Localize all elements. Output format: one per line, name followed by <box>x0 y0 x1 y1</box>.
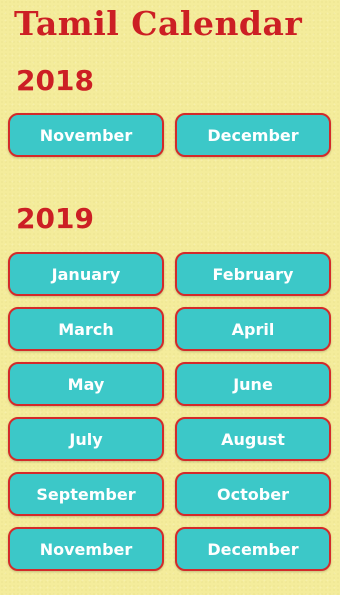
month-button-2019-may[interactable]: May <box>8 362 164 406</box>
month-button-2019-december[interactable]: December <box>175 527 331 571</box>
app-title: Tamil Calendar <box>14 4 303 43</box>
month-button-2019-march[interactable]: March <box>8 307 164 351</box>
month-button-2019-october[interactable]: October <box>175 472 331 516</box>
month-button-2019-august[interactable]: August <box>175 417 331 461</box>
month-button-2019-january[interactable]: January <box>8 252 164 296</box>
month-button-2019-february[interactable]: February <box>175 252 331 296</box>
month-button-2019-september[interactable]: September <box>8 472 164 516</box>
month-grid-2018: November December <box>8 113 331 157</box>
month-button-2019-april[interactable]: April <box>175 307 331 351</box>
year-heading-2019: 2019 <box>16 202 94 235</box>
year-heading-2018: 2018 <box>16 64 94 97</box>
month-grid-2019: January February March April May June Ju… <box>8 252 331 571</box>
month-button-2018-november[interactable]: November <box>8 113 164 157</box>
month-button-2019-july[interactable]: July <box>8 417 164 461</box>
month-button-2018-december[interactable]: December <box>175 113 331 157</box>
month-button-2019-november[interactable]: November <box>8 527 164 571</box>
month-button-2019-june[interactable]: June <box>175 362 331 406</box>
